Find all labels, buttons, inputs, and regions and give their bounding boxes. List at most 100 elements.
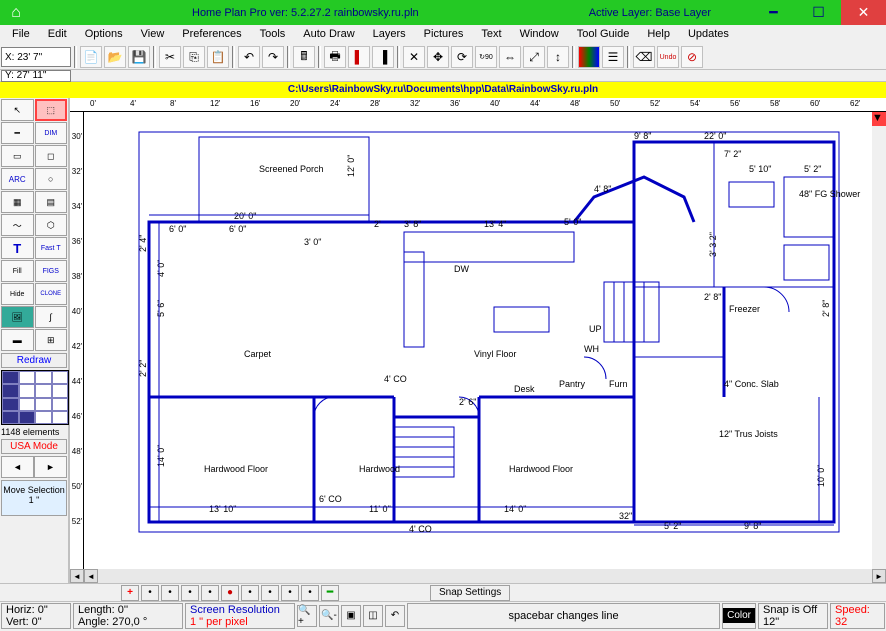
menu-window[interactable]: Window bbox=[511, 25, 568, 45]
scrollbar-horizontal[interactable]: ◄ ◄ ► bbox=[70, 569, 886, 583]
snap-2[interactable]: • bbox=[161, 585, 179, 601]
mode-button[interactable]: USA Mode bbox=[1, 439, 67, 454]
back-icon[interactable]: ↶ bbox=[385, 605, 405, 627]
move-selection-button[interactable]: Move Selection 1 " bbox=[1, 480, 67, 516]
region-icon[interactable]: ◫ bbox=[363, 605, 383, 627]
clear-icon[interactable]: ⌫ bbox=[633, 46, 655, 68]
menu-text[interactable]: Text bbox=[472, 25, 510, 45]
line-tool[interactable]: ━ bbox=[1, 122, 34, 144]
colors-icon[interactable] bbox=[578, 46, 600, 68]
cut-icon[interactable]: ✂ bbox=[159, 46, 181, 68]
dim-tool[interactable]: DIM bbox=[35, 122, 68, 144]
new-icon[interactable]: 📄 bbox=[80, 46, 102, 68]
rotate-icon[interactable]: ⟳ bbox=[451, 46, 473, 68]
print-icon[interactable]: 🖶 bbox=[324, 46, 346, 68]
snap-toolbar: + • • • • ● • • • • ━ Snap Settings bbox=[0, 583, 886, 601]
menu-layers[interactable]: Layers bbox=[364, 25, 415, 45]
move-icon[interactable]: ✥ bbox=[427, 46, 449, 68]
clone-tool[interactable]: CLONE bbox=[35, 283, 68, 305]
calc-icon[interactable]: 🖩 bbox=[293, 46, 315, 68]
menu-pictures[interactable]: Pictures bbox=[415, 25, 473, 45]
snap-4[interactable]: • bbox=[201, 585, 219, 601]
menu-help[interactable]: Help bbox=[638, 25, 679, 45]
menu-view[interactable]: View bbox=[132, 25, 174, 45]
window-tool-icon[interactable]: ▐ bbox=[372, 46, 394, 68]
select-tool[interactable]: ⬚ bbox=[35, 99, 68, 121]
close-button[interactable]: ✕ bbox=[841, 0, 886, 25]
wall2-tool[interactable]: ▤ bbox=[35, 191, 68, 213]
snap-9[interactable]: • bbox=[301, 585, 319, 601]
scale-icon[interactable]: ⤢ bbox=[523, 46, 545, 68]
snap-minus[interactable]: ━ bbox=[321, 585, 339, 601]
stop-icon[interactable]: ⊘ bbox=[681, 46, 703, 68]
door-icon[interactable]: ▌ bbox=[348, 46, 370, 68]
minimize-button[interactable]: ━ bbox=[751, 0, 796, 25]
arrow-tool[interactable]: ↖ bbox=[1, 99, 34, 121]
color-palette[interactable] bbox=[1, 370, 69, 425]
nav-left[interactable]: ◄ bbox=[1, 456, 34, 478]
rect2-tool[interactable]: ◻ bbox=[35, 145, 68, 167]
spline-tool[interactable]: ∫ bbox=[35, 306, 68, 328]
save-icon[interactable]: 💾 bbox=[128, 46, 150, 68]
scroll-left2[interactable]: ◄ bbox=[84, 569, 98, 583]
menu-file[interactable]: File bbox=[3, 25, 39, 45]
nav-right[interactable]: ► bbox=[34, 456, 67, 478]
redo-icon[interactable]: ↷ bbox=[262, 46, 284, 68]
snap-8[interactable]: • bbox=[281, 585, 299, 601]
align-icon[interactable]: ↕ bbox=[547, 46, 569, 68]
paste-icon[interactable]: 📋 bbox=[207, 46, 229, 68]
color-button[interactable]: Color bbox=[723, 608, 755, 623]
rect-tool[interactable]: ▭ bbox=[1, 145, 34, 167]
scroll-left[interactable]: ◄ bbox=[70, 569, 84, 583]
layers-icon[interactable]: ☰ bbox=[602, 46, 624, 68]
poly-tool[interactable]: ⬡ bbox=[35, 214, 68, 236]
menu-tools[interactable]: Tools bbox=[251, 25, 295, 45]
menu-options[interactable]: Options bbox=[76, 25, 132, 45]
snap-6[interactable]: • bbox=[241, 585, 259, 601]
snap-plus[interactable]: + bbox=[121, 585, 139, 601]
zoom-in-icon[interactable]: 🔍+ bbox=[297, 605, 317, 627]
image-tool[interactable]: 🖼 bbox=[1, 306, 34, 328]
undo-icon[interactable]: ↶ bbox=[238, 46, 260, 68]
fill-tool[interactable]: Fill bbox=[1, 260, 34, 282]
drawing-canvas[interactable]: Screened Porch bbox=[84, 112, 872, 569]
copy-icon[interactable]: ⎘ bbox=[183, 46, 205, 68]
menu-autodraw[interactable]: Auto Draw bbox=[294, 25, 363, 45]
wall-tool[interactable]: ▦ bbox=[1, 191, 34, 213]
snap-1[interactable]: • bbox=[141, 585, 159, 601]
marker-top[interactable]: ▼ bbox=[872, 112, 886, 126]
menu-updates[interactable]: Updates bbox=[679, 25, 738, 45]
svg-text:2' 4": 2' 4" bbox=[138, 235, 148, 252]
circle-tool[interactable]: ○ bbox=[35, 168, 68, 190]
zoom-out-icon[interactable]: 🔍- bbox=[319, 605, 339, 627]
scroll-right[interactable]: ► bbox=[872, 569, 886, 583]
rot90-icon[interactable]: ↻90 bbox=[475, 46, 497, 68]
window-title: Home Plan Pro ver: 5.2.27.2 rainbowsky.r… bbox=[32, 7, 589, 19]
menu-edit[interactable]: Edit bbox=[39, 25, 76, 45]
status-snap[interactable]: Snap is Off 12" bbox=[763, 604, 823, 628]
snap-settings-button[interactable]: Snap Settings bbox=[430, 585, 510, 601]
fit-icon[interactable]: ▣ bbox=[341, 605, 361, 627]
hide-tool[interactable]: Hide bbox=[1, 283, 34, 305]
undo2-icon[interactable]: Undo bbox=[657, 46, 679, 68]
text-tool[interactable]: T bbox=[1, 237, 34, 259]
open-icon[interactable]: 📂 bbox=[104, 46, 126, 68]
snap-5[interactable]: ● bbox=[221, 585, 239, 601]
mirror-icon[interactable]: ⇔ bbox=[499, 46, 521, 68]
scrollbar-vertical[interactable]: ▼ bbox=[872, 112, 886, 569]
fasttext-tool[interactable]: Fast T bbox=[35, 237, 68, 259]
other-tool[interactable]: ▬ bbox=[1, 329, 34, 351]
snap-3[interactable]: • bbox=[181, 585, 199, 601]
other2-tool[interactable]: ⊞ bbox=[35, 329, 68, 351]
erase-icon[interactable]: ✕ bbox=[403, 46, 425, 68]
arc-tool[interactable]: ARC bbox=[1, 168, 34, 190]
menu-toolguide[interactable]: Tool Guide bbox=[568, 25, 639, 45]
svg-text:9' 8": 9' 8" bbox=[634, 131, 651, 141]
redraw-button[interactable]: Redraw bbox=[1, 353, 67, 368]
curve-tool[interactable]: 〜 bbox=[1, 214, 34, 236]
menu-preferences[interactable]: Preferences bbox=[173, 25, 250, 45]
svg-text:2' 2": 2' 2" bbox=[138, 360, 148, 377]
maximize-button[interactable]: ☐ bbox=[796, 0, 841, 25]
snap-7[interactable]: • bbox=[261, 585, 279, 601]
figs-tool[interactable]: FIGS bbox=[35, 260, 68, 282]
